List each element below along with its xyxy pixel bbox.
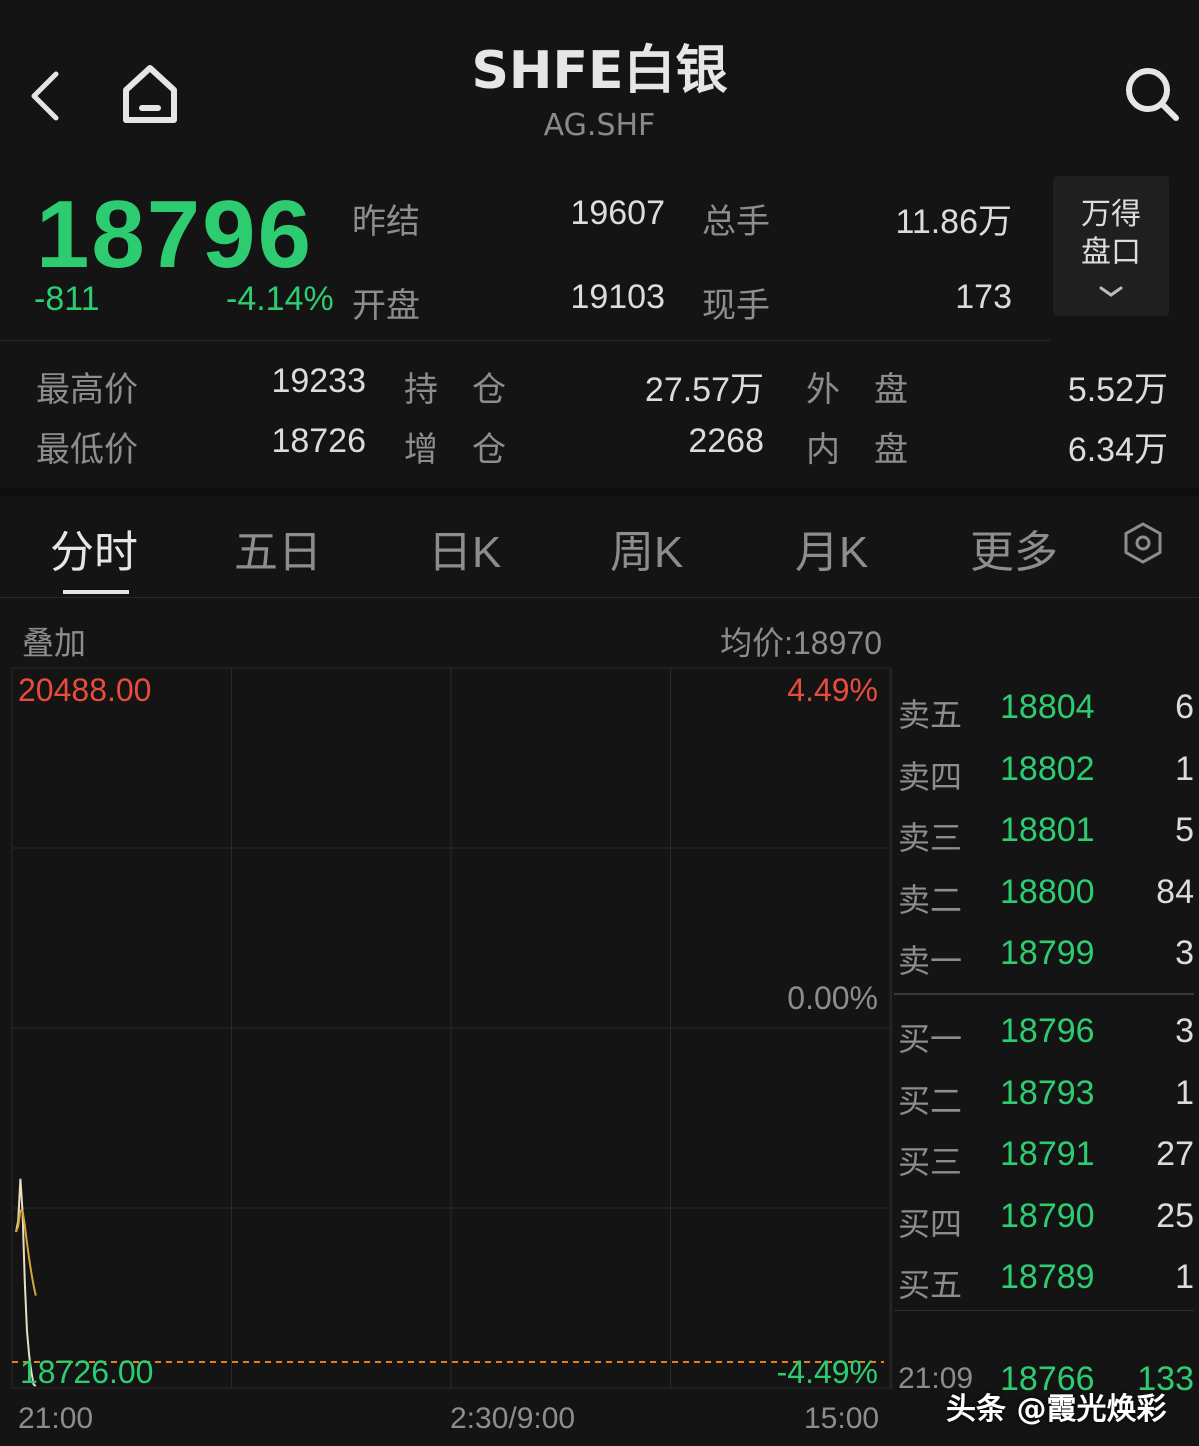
current-volume-label: 现手: [702, 286, 770, 326]
x-tick-mid: 2:30/9:00: [450, 1402, 576, 1435]
ask-level-label: 卖一: [898, 942, 963, 980]
order-book-divider: [894, 993, 1194, 995]
ask-volume: 5: [1175, 811, 1194, 849]
search-icon: [1126, 68, 1179, 121]
y-axis-max-price: 20488.00: [18, 672, 152, 708]
outer-volume-value: 5.52万: [1067, 371, 1168, 409]
low-value: 18726: [271, 422, 366, 460]
watermark: 头条 @霞光焕彩: [946, 1392, 1167, 1427]
divider: [894, 1310, 1194, 1311]
wande-orderbook-button[interactable]: 万得 盘口: [1053, 176, 1169, 316]
y-axis-max-pct: 4.49%: [787, 672, 878, 708]
y-axis-mid-pct: 0.00%: [787, 980, 878, 1016]
ask-level-label: 卖五: [898, 696, 963, 734]
bid-price: 18791: [1000, 1135, 1095, 1173]
bid-level-label: 买五: [898, 1266, 963, 1304]
wande-label-1: 万得: [1081, 197, 1141, 232]
x-tick-start: 21:00: [18, 1402, 94, 1435]
tab-daily-k[interactable]: 日K: [428, 516, 501, 580]
divider: [891, 668, 892, 1390]
last-price: 18796: [36, 181, 313, 288]
ask-volume: 84: [1156, 873, 1194, 911]
ask-price: 18800: [1000, 873, 1095, 911]
bid-price: 18789: [1000, 1258, 1095, 1296]
tab-monthly-k[interactable]: 月K: [795, 516, 868, 580]
bid-level-label: 买三: [898, 1143, 963, 1181]
bid-volume: 27: [1156, 1135, 1194, 1173]
divider: [0, 597, 1199, 598]
divider: [0, 340, 1050, 341]
chart-grid: [11, 667, 891, 1389]
bid-price: 18790: [1000, 1197, 1095, 1235]
bid-volume: 1: [1175, 1074, 1194, 1112]
average-line: [15, 1209, 37, 1296]
ask-price: 18804: [1000, 688, 1095, 726]
tab-more[interactable]: 更多: [970, 516, 1058, 580]
ask-price: 18799: [1000, 934, 1095, 972]
prev-settle-value: 19607: [570, 194, 665, 232]
y-axis-min-pct: -4.49%: [776, 1354, 878, 1390]
settings-icon: [1124, 522, 1162, 564]
y-axis-min-price: 18726.00: [20, 1354, 154, 1390]
bid-volume: 3: [1175, 1012, 1194, 1050]
chevron-down-icon: [1099, 286, 1123, 297]
open-value: 19103: [570, 278, 665, 316]
bid-level-label: 买四: [898, 1205, 963, 1243]
tab-weekly-k[interactable]: 周K: [610, 516, 683, 580]
tab-five-day[interactable]: 五日: [234, 516, 322, 580]
open-interest-label: 持 仓: [404, 370, 506, 410]
tab-active-indicator: [63, 590, 129, 594]
ask-level-label: 卖二: [898, 881, 963, 919]
open-interest-value: 27.57万: [644, 371, 764, 409]
inner-volume-value: 6.34万: [1067, 431, 1168, 469]
search-button[interactable]: [1120, 62, 1184, 126]
price-change-pct: -4.14%: [226, 280, 334, 318]
wande-label-2: 盘口: [1081, 235, 1141, 270]
open-label: 开盘: [352, 286, 420, 326]
bid-level-label: 买二: [898, 1082, 963, 1120]
low-label: 最低价: [36, 430, 138, 470]
section-gap: [0, 488, 1199, 496]
bid-level-label: 买一: [898, 1020, 963, 1058]
ticker-symbol: AG.SHF: [543, 108, 656, 143]
high-value: 19233: [271, 362, 366, 400]
current-volume-value: 173: [955, 278, 1012, 316]
page-title: SHFE白银: [471, 41, 728, 101]
ask-price: 18802: [1000, 750, 1095, 788]
bid-price: 18793: [1000, 1074, 1095, 1112]
oi-change-value: 2268: [688, 422, 764, 460]
price-change: -811: [34, 280, 100, 318]
total-volume-label: 总手: [702, 202, 770, 242]
prev-settle-label: 昨结: [352, 202, 420, 242]
oi-change-label: 增 仓: [404, 430, 506, 470]
chart-settings-button[interactable]: [1120, 520, 1166, 566]
tab-intraday[interactable]: 分时: [50, 516, 138, 580]
ask-level-label: 卖三: [898, 819, 963, 857]
average-price: 均价:18970: [720, 625, 882, 661]
overlay-button[interactable]: 叠加: [22, 618, 86, 664]
ask-volume: 3: [1175, 934, 1194, 972]
bid-volume: 25: [1156, 1197, 1194, 1235]
intraday-chart[interactable]: [0, 664, 892, 1396]
ask-volume: 1: [1175, 750, 1194, 788]
inner-volume-label: 内 盘: [806, 430, 908, 470]
bid-volume: 1: [1175, 1258, 1194, 1296]
outer-volume-label: 外 盘: [806, 370, 908, 410]
bid-price: 18796: [1000, 1012, 1095, 1050]
high-label: 最高价: [36, 370, 138, 410]
total-volume-value: 11.86万: [895, 203, 1012, 241]
x-tick-end: 15:00: [804, 1402, 880, 1435]
ask-level-label: 卖四: [898, 758, 963, 796]
ask-price: 18801: [1000, 811, 1095, 849]
ask-volume: 6: [1175, 688, 1194, 726]
